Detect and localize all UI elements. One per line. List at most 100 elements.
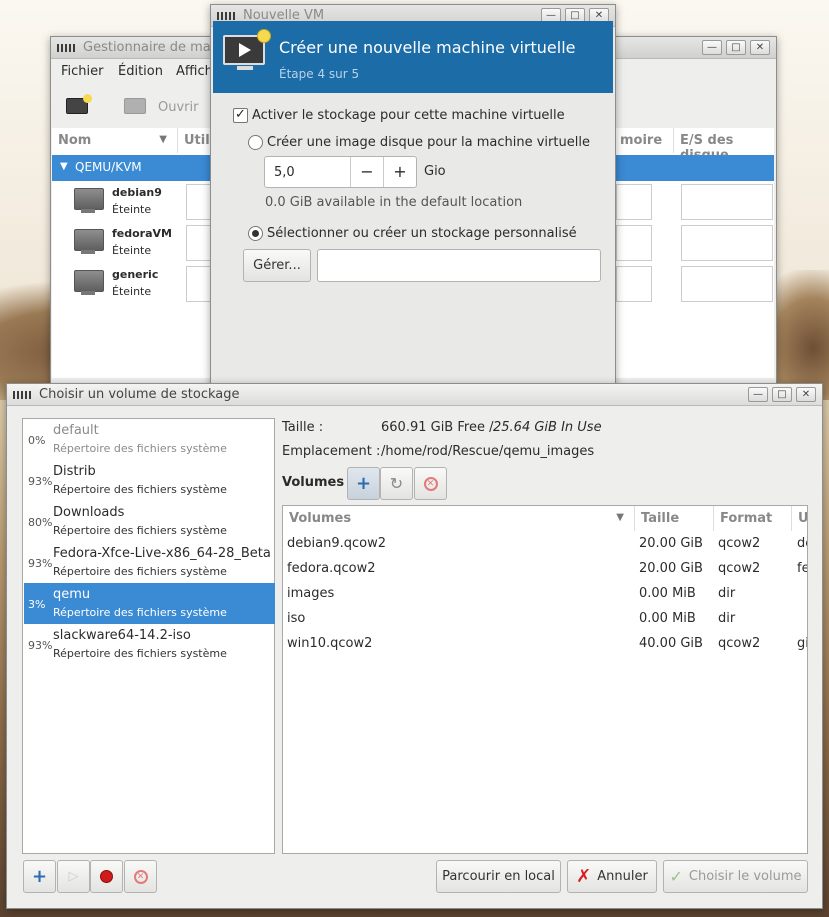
disk-graph <box>681 266 773 302</box>
pool-item[interactable]: 93% Distrib Répertoire des fichiers syst… <box>24 460 275 501</box>
volume-format: qcow2 <box>718 561 761 576</box>
location-label: Emplacement : <box>282 444 381 459</box>
column-header-volumes[interactable]: Volumes ▼ <box>283 506 635 531</box>
delete-pool-button[interactable]: ✕ <box>124 860 157 893</box>
maximize-button[interactable]: □ <box>726 40 746 55</box>
vm-monitor-icon <box>72 188 104 214</box>
vm-monitor-icon <box>72 229 104 255</box>
minimize-button[interactable]: — <box>748 387 768 402</box>
plus-icon: + <box>31 866 48 887</box>
choose-volume-button[interactable]: ✓ Choisir le volume <box>663 860 808 893</box>
volume-row[interactable]: debian9.qcow2 20.00 GiB qcow2 de <box>283 531 807 556</box>
volume-size: 40.00 GiB <box>639 636 703 651</box>
create-image-radio[interactable] <box>248 135 263 150</box>
close-button[interactable]: ✕ <box>750 40 770 55</box>
column-header-disk-io[interactable]: E/S des disque <box>674 128 774 163</box>
delete-volume-button[interactable]: ✕ <box>414 467 447 500</box>
pool-item[interactable]: 93% Fedora-Xfce-Live-x86_64-28_Beta Répe… <box>24 542 275 583</box>
pool-item[interactable]: 0% default Répertoire des fichiers systè… <box>24 419 275 460</box>
volume-name: images <box>287 586 335 601</box>
pool-usage: 93% <box>28 557 53 570</box>
memory-graph <box>616 225 652 261</box>
pool-item-selected[interactable]: 3% qemu Répertoire des fichiers système <box>24 583 275 624</box>
volume-used-by: de <box>797 536 807 551</box>
custom-storage-radio[interactable] <box>248 226 263 241</box>
sort-down-icon: ▼ <box>159 134 167 145</box>
menu-file[interactable]: Fichier <box>61 64 104 79</box>
connection-label: QEMU/KVM <box>75 160 142 174</box>
virt-manager-logo-icon <box>217 11 235 21</box>
disk-graph <box>681 225 773 261</box>
volume-row[interactable]: images 0.00 MiB dir <box>283 581 807 606</box>
close-button[interactable]: ✕ <box>796 387 816 402</box>
volume-row[interactable]: iso 0.00 MiB dir <box>283 606 807 631</box>
pool-type: Répertoire des fichiers système <box>53 565 227 578</box>
memory-graph <box>616 184 652 220</box>
menu-view[interactable]: Affich <box>176 64 213 79</box>
vm-name: generic <box>112 268 159 281</box>
volume-used-by: gi <box>797 636 808 651</box>
stop-pool-button[interactable] <box>90 860 123 893</box>
virt-manager-logo-icon <box>57 43 75 53</box>
column-header-size[interactable]: Taille <box>635 506 714 531</box>
wizard-step: Étape 4 sur 5 <box>279 67 360 81</box>
column-header-memory[interactable]: moire <box>614 128 674 153</box>
minimize-button[interactable]: — <box>702 40 722 55</box>
disk-graph <box>681 184 773 220</box>
manage-button[interactable]: Gérer... <box>243 249 311 282</box>
custom-storage-label[interactable]: Sélectionner ou créer un stockage person… <box>267 226 577 241</box>
memory-graph <box>616 266 652 302</box>
volume-size: 0.00 MiB <box>639 611 696 626</box>
pool-item[interactable]: 93% slackware64-14.2-iso Répertoire des … <box>24 624 275 665</box>
new-vm-icon <box>223 29 271 71</box>
refresh-icon: ↻ <box>389 474 404 493</box>
storage-path-input[interactable] <box>317 249 601 282</box>
wizard-title: Créer une nouvelle machine virtuelle <box>279 38 576 57</box>
start-pool-button[interactable]: ▷ <box>57 860 90 893</box>
pool-type: Répertoire des fichiers système <box>53 524 227 537</box>
decrement-button[interactable]: − <box>350 157 383 187</box>
volume-format: qcow2 <box>718 536 761 551</box>
volume-size: 20.00 GiB <box>639 561 703 576</box>
menu-edit[interactable]: Édition <box>118 64 163 79</box>
vm-state: Éteinte <box>112 203 152 216</box>
enable-storage-label[interactable]: Activer le stockage pour cette machine v… <box>252 108 565 123</box>
new-vm-toolbar-icon[interactable] <box>66 94 92 116</box>
add-volume-button[interactable]: + <box>347 467 380 500</box>
column-header-format[interactable]: Format <box>714 506 792 531</box>
volume-size: 0.00 MiB <box>639 586 696 601</box>
enable-storage-checkbox[interactable]: ✓ <box>233 108 248 123</box>
volume-format: qcow2 <box>718 636 761 651</box>
vm-name: debian9 <box>112 186 162 199</box>
column-header-used-by[interactable]: U <box>792 506 807 531</box>
disk-size-unit: Gio <box>424 164 446 179</box>
volume-format: dir <box>718 586 736 601</box>
plus-icon: + <box>355 473 372 494</box>
sort-down-icon: ▼ <box>616 512 624 523</box>
open-toolbar-icon[interactable] <box>124 98 146 114</box>
volume-size: 20.00 GiB <box>639 536 703 551</box>
chooser-titlebar[interactable]: Choisir un volume de stockage — □ ✕ <box>7 384 822 406</box>
pool-item[interactable]: 80% Downloads Répertoire des fichiers sy… <box>24 501 275 542</box>
open-button-label[interactable]: Ouvrir <box>158 100 198 115</box>
cancel-button[interactable]: ✗ Annuler <box>567 860 657 893</box>
volume-row[interactable]: fedora.qcow2 20.00 GiB qcow2 fe <box>283 556 807 581</box>
column-header-name[interactable]: Nom ▼ <box>52 128 178 153</box>
browse-local-button[interactable]: Parcourir en local <box>436 860 561 893</box>
expander-icon: ▼ <box>60 161 68 172</box>
pool-usage: 80% <box>28 516 53 529</box>
increment-button[interactable]: + <box>383 157 416 187</box>
disk-size-value[interactable]: 5,0 <box>274 165 295 180</box>
pool-name: qemu <box>53 587 91 602</box>
pool-type: Répertoire des fichiers système <box>53 442 227 455</box>
volumes-table: Volumes ▼ Taille Format U debian9.qcow2 … <box>282 505 808 854</box>
cancel-x-icon: ✗ <box>576 866 592 887</box>
pool-usage: 93% <box>28 639 53 652</box>
volume-format: dir <box>718 611 736 626</box>
location-value: /home/rod/Rescue/qemu_images <box>381 444 595 459</box>
create-image-label[interactable]: Créer une image disque pour la machine v… <box>267 135 590 150</box>
volume-row[interactable]: win10.qcow2 40.00 GiB qcow2 gi <box>283 631 808 656</box>
refresh-volumes-button[interactable]: ↻ <box>380 467 413 500</box>
add-pool-button[interactable]: + <box>23 860 56 893</box>
maximize-button[interactable]: □ <box>772 387 792 402</box>
